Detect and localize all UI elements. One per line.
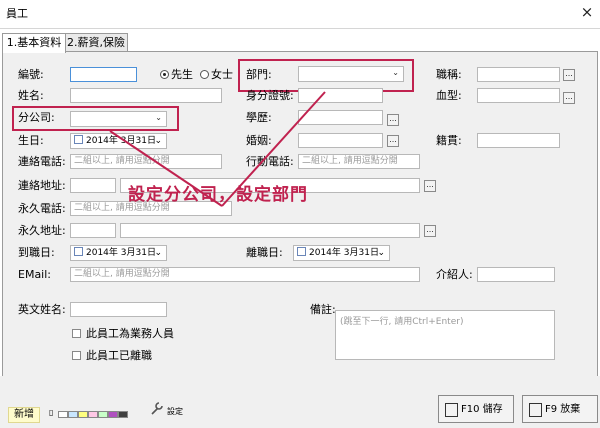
annotation-arrows bbox=[109, 91, 326, 207]
color-swatch-2[interactable] bbox=[78, 411, 88, 418]
save-button[interactable]: F10 儲存 bbox=[438, 395, 514, 423]
wrench-icon[interactable] bbox=[149, 400, 165, 416]
save-button-label: F10 儲存 bbox=[461, 404, 503, 415]
annotation-text: 設定分公司，設定部門 bbox=[128, 185, 308, 205]
color-swatch-0[interactable] bbox=[58, 411, 68, 418]
cancel-doc-icon bbox=[529, 403, 542, 417]
color-swatch-4[interactable] bbox=[98, 411, 108, 418]
settings-label[interactable]: 設定 bbox=[167, 404, 183, 420]
color-swatch-1[interactable] bbox=[68, 411, 78, 418]
save-disk-icon bbox=[445, 403, 458, 417]
color-swatch-6[interactable] bbox=[118, 411, 128, 418]
cancel-button-label: F9 放棄 bbox=[545, 404, 581, 415]
color-picker-icon: ▯ bbox=[49, 408, 54, 417]
color-swatch-5[interactable] bbox=[108, 411, 118, 418]
tab-basic-info[interactable]: 1.基本資料 bbox=[2, 33, 66, 53]
color-swatch-3[interactable] bbox=[88, 411, 98, 418]
color-swatches bbox=[58, 411, 128, 419]
cancel-button[interactable]: F9 放棄 bbox=[522, 395, 598, 423]
add-button[interactable]: 新增 bbox=[8, 407, 40, 423]
